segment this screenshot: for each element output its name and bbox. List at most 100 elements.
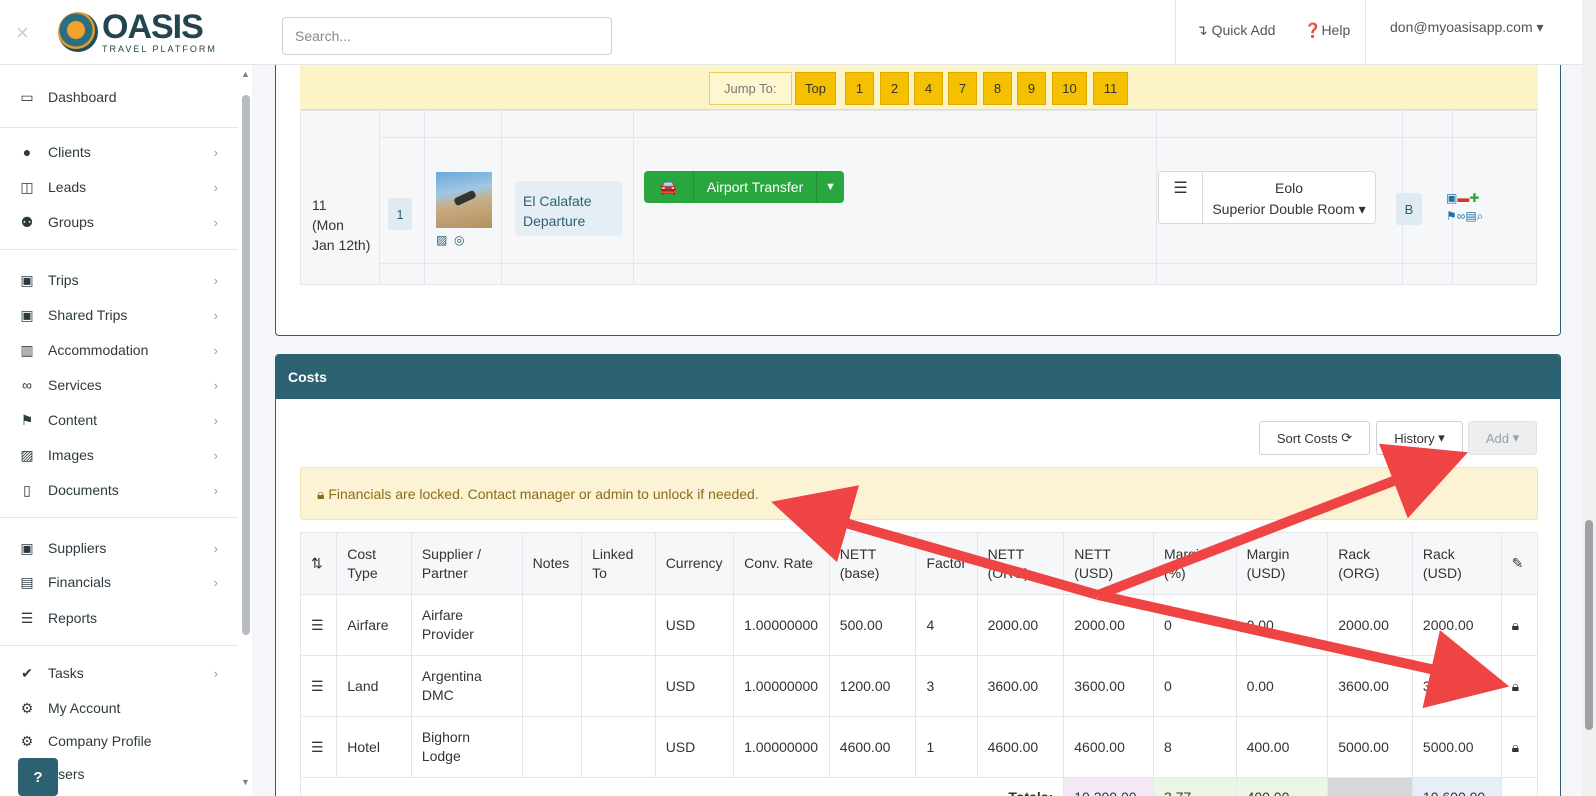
- col-factor[interactable]: Factor: [915, 532, 978, 595]
- history-button[interactable]: History ▾: [1376, 421, 1463, 455]
- sidebar-item-groups[interactable]: ⚉ Groups ›: [0, 205, 238, 239]
- book-icon[interactable]: ▤: [1465, 209, 1476, 223]
- jump-day-2-button[interactable]: 2: [880, 72, 909, 105]
- row-actions: ▣▬✚ ⚑∞▤⌕: [1446, 189, 1506, 225]
- help-widget-button[interactable]: ?: [18, 758, 58, 796]
- sidebar-item-financials[interactable]: ▤ Financials ›: [0, 565, 238, 599]
- scroll-down-arrow-icon[interactable]: ▼: [241, 777, 250, 787]
- caret-down-icon: ▾: [1438, 430, 1445, 445]
- plus-square-icon[interactable]: ✚: [1469, 191, 1479, 205]
- cell-rack-usd: 5000.00: [1411, 716, 1502, 778]
- sidebar-item-images[interactable]: ▨ Images ›: [0, 438, 238, 472]
- oasis-logo[interactable]: OASIS TRAVEL PLATFORM: [58, 10, 217, 54]
- col-rack-org[interactable]: Rack (ORG): [1327, 532, 1413, 595]
- col-nett-base[interactable]: NETT (base): [828, 532, 917, 595]
- sidebar-scrollbar[interactable]: ▲ ▼: [241, 69, 250, 795]
- flag-icon[interactable]: ⚑: [1446, 209, 1457, 223]
- col-currency[interactable]: Currency: [654, 532, 735, 595]
- search-input[interactable]: [282, 17, 612, 55]
- location-sub: Departure: [523, 213, 586, 229]
- sidebar-divider: [0, 645, 238, 646]
- list-icon[interactable]: ☰: [299, 655, 338, 717]
- eye-slash-icon[interactable]: ◎: [454, 233, 464, 247]
- image-icon[interactable]: ▨: [436, 233, 447, 247]
- location-pill[interactable]: El Calafate Departure: [515, 181, 622, 236]
- sidebar-item-services[interactable]: ∞ Services ›: [0, 368, 238, 402]
- chevron-right-icon: ›: [213, 447, 218, 463]
- lock-icon[interactable]: 🔒︎: [1500, 594, 1539, 656]
- list-icon[interactable]: ☰: [299, 594, 338, 656]
- col-linked-to[interactable]: Linked To: [581, 532, 656, 595]
- cell-cost-type: Airfare: [336, 594, 412, 656]
- chevron-right-icon: ›: [213, 412, 218, 428]
- basis-badge[interactable]: B: [1396, 193, 1422, 225]
- airport-transfer-button[interactable]: 🚘 Airport Transfer ▼: [644, 171, 844, 203]
- sidebar-item-trips[interactable]: ▣ Trips ›: [0, 263, 238, 297]
- service-thumbnail[interactable]: [436, 172, 492, 228]
- col-rack-usd[interactable]: Rack (USD): [1411, 532, 1502, 595]
- col-conv-rate[interactable]: Conv. Rate: [733, 532, 830, 595]
- sidebar-item-label: Clients: [48, 144, 91, 160]
- sidebar-item-documents[interactable]: ▯ Documents ›: [0, 473, 238, 507]
- col-notes[interactable]: Notes: [521, 532, 583, 595]
- col-supplier[interactable]: Supplier / Partner: [410, 532, 523, 595]
- lock-icon[interactable]: 🔒︎: [1500, 716, 1539, 778]
- costs-heading: Costs: [276, 355, 1560, 399]
- sidebar-item-company-profile[interactable]: ⚙ Company Profile: [0, 724, 238, 758]
- sidebar-item-leads[interactable]: ◫ Leads ›: [0, 170, 238, 204]
- cell-notes: [521, 655, 583, 717]
- user-menu[interactable]: don@myoasisapp.com ▾: [1390, 19, 1544, 36]
- caret-down-icon[interactable]: ▼: [816, 171, 844, 203]
- room-selector[interactable]: ☰ Eolo Superior Double Room ▾: [1158, 171, 1376, 224]
- sort-order-icon[interactable]: ⇅: [299, 532, 338, 595]
- page-scroll-thumb[interactable]: [1585, 520, 1593, 730]
- table-row[interactable]: ☰ Airfare Airfare Provider USD 1.0000000…: [299, 594, 1539, 656]
- col-cost-type[interactable]: Cost Type: [336, 532, 412, 595]
- dropdown-square-icon[interactable]: ▣: [1446, 191, 1457, 205]
- chevron-right-icon: ›: [213, 574, 218, 590]
- scroll-up-arrow-icon[interactable]: ▲: [241, 69, 250, 79]
- jump-day-8-button[interactable]: 8: [983, 72, 1012, 105]
- sort-costs-button[interactable]: Sort Costs ⟳: [1259, 421, 1370, 455]
- col-margin-usd[interactable]: Margin (USD): [1235, 532, 1329, 595]
- quick-add-link[interactable]: ↴ Quick Add: [1196, 22, 1275, 39]
- jump-day-11-button[interactable]: 11: [1093, 72, 1128, 105]
- lock-icon[interactable]: 🔒︎: [1500, 655, 1539, 717]
- table-row[interactable]: ☰ Land Argentina DMC USD 1.00000000 1200…: [299, 655, 1539, 717]
- jump-day-10-button[interactable]: 10: [1052, 72, 1087, 105]
- sidebar-item-tasks[interactable]: ✔ Tasks ›: [0, 656, 238, 690]
- minus-square-icon[interactable]: ▬: [1457, 191, 1469, 205]
- sidebar-item-my-account[interactable]: ⚙ My Account: [0, 691, 238, 725]
- sidebar-item-reports[interactable]: ☰ Reports: [0, 601, 238, 635]
- sidebar-item-suppliers[interactable]: ▣ Suppliers ›: [0, 531, 238, 565]
- table-row[interactable]: ☰ Hotel Bighorn Lodge USD 1.00000000 460…: [299, 716, 1539, 778]
- hamburger-menu-icon[interactable]: ☰: [1159, 172, 1203, 223]
- col-nett-usd[interactable]: NETT (USD): [1063, 532, 1154, 595]
- search-icon[interactable]: ⌕: [1477, 209, 1484, 223]
- sidebar-item-accommodation[interactable]: ▥ Accommodation ›: [0, 333, 238, 367]
- add-cost-button[interactable]: Add ▾: [1468, 421, 1537, 455]
- cell-margin-usd: 0.00: [1235, 594, 1329, 656]
- jump-day-7-button[interactable]: 7: [948, 72, 977, 105]
- jump-day-9-button[interactable]: 9: [1017, 72, 1046, 105]
- pencil-icon[interactable]: ✎: [1500, 532, 1539, 595]
- col-nett-org[interactable]: NETT (ORG): [976, 532, 1065, 595]
- cell-conv-rate: 1.00000000: [733, 655, 830, 717]
- col-margin-pct[interactable]: Margin (%): [1152, 532, 1237, 595]
- cell-factor: 4: [915, 594, 978, 656]
- list-icon[interactable]: ☰: [299, 716, 338, 778]
- sequence-badge[interactable]: 1: [388, 198, 412, 230]
- page-scrollbar[interactable]: [1582, 0, 1596, 796]
- close-icon[interactable]: ×: [16, 20, 29, 46]
- cell-currency: USD: [654, 594, 735, 656]
- jump-day-4-button[interactable]: 4: [914, 72, 943, 105]
- sidebar-item-content[interactable]: ⚑ Content ›: [0, 403, 238, 437]
- sidebar-item-clients[interactable]: ● Clients ›: [0, 135, 238, 169]
- top-header: × OASIS TRAVEL PLATFORM ↴ Quick Add ❓Hel…: [0, 0, 1582, 65]
- jump-top-button[interactable]: Top: [795, 72, 836, 105]
- jump-day-1-button[interactable]: 1: [845, 72, 874, 105]
- sidebar-item-dashboard[interactable]: ▭ Dashboard: [0, 80, 238, 114]
- sidebar-item-shared-trips[interactable]: ▣ Shared Trips ›: [0, 298, 238, 332]
- help-link[interactable]: ❓Help: [1304, 22, 1350, 39]
- sidebar-scroll-thumb[interactable]: [242, 95, 250, 635]
